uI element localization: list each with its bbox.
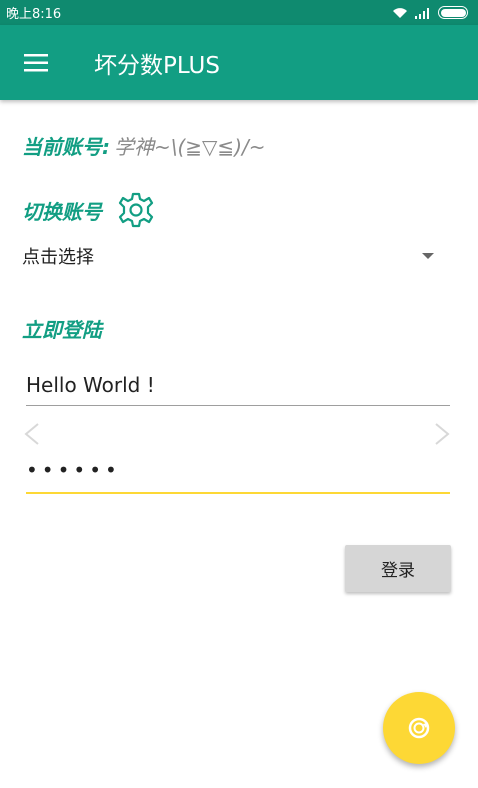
account-select[interactable]: 点击选择 xyxy=(22,240,442,272)
gear-icon[interactable] xyxy=(116,190,156,230)
account-select-value: 点击选择 xyxy=(22,247,94,268)
password-input[interactable]: •••••• xyxy=(26,458,450,494)
password-value: •••••• xyxy=(26,458,121,482)
login-button[interactable]: 登录 xyxy=(345,545,451,592)
username-value: Hello World ! xyxy=(26,373,155,397)
status-time: 晚上8:16 xyxy=(6,7,62,22)
status-icons xyxy=(392,6,468,19)
signal-icon xyxy=(415,7,429,19)
chevron-right-icon xyxy=(435,423,450,445)
switch-account-label: 切换账号 xyxy=(22,199,102,224)
current-account-label: 当前账号: xyxy=(22,135,110,159)
login-heading: 立即登陆 xyxy=(22,318,102,342)
dropdown-caret-icon xyxy=(422,253,434,259)
current-account-value: 学神~\(≧▽≦)/~ xyxy=(114,135,266,159)
chevron-left-icon xyxy=(24,423,39,445)
switch-account: 切换账号 xyxy=(22,190,156,230)
refresh-icon xyxy=(408,717,430,739)
status-bar: 晚上8:16 xyxy=(0,0,478,25)
refresh-fab[interactable] xyxy=(383,692,455,764)
current-account: 当前账号: 学神~\(≧▽≦)/~ xyxy=(22,131,266,160)
battery-icon xyxy=(438,6,468,19)
hamburger-icon xyxy=(24,53,48,71)
app-title: 坏分数PLUS xyxy=(94,52,220,79)
username-input[interactable]: Hello World ! xyxy=(26,373,450,406)
wifi-icon xyxy=(393,7,407,18)
menu-button[interactable] xyxy=(0,25,72,100)
app-bar: 坏分数PLUS xyxy=(0,25,478,100)
